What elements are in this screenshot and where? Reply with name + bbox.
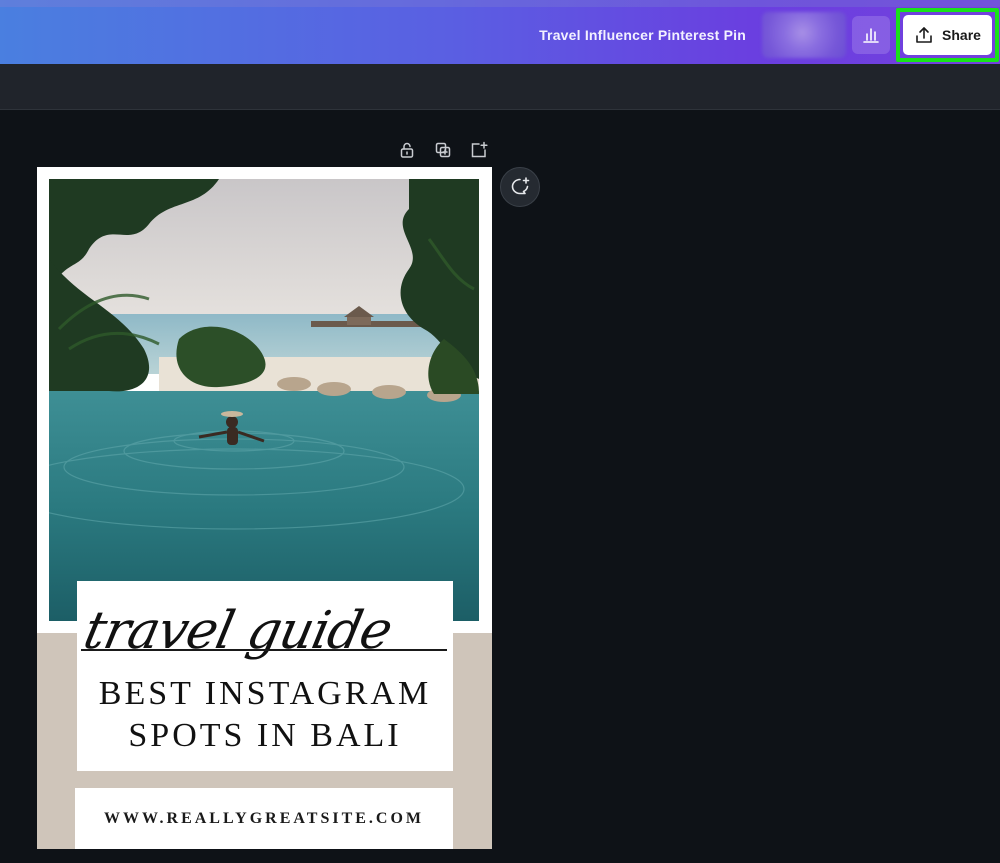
- add-page-button[interactable]: [468, 139, 490, 161]
- headline[interactable]: BEST INSTAGRAM SPOTS IN BALI: [77, 673, 453, 757]
- script-underline: [81, 649, 447, 651]
- page-tools: [396, 139, 490, 161]
- pool-photo-image: [49, 179, 479, 621]
- website-text[interactable]: WWW.REALLYGREATSITE.COM: [75, 788, 453, 849]
- upload-icon: [916, 27, 932, 43]
- add-comment-icon: [511, 177, 530, 195]
- pool-photo[interactable]: [49, 179, 479, 621]
- analytics-button[interactable]: [852, 16, 890, 54]
- lock-icon: [400, 142, 414, 158]
- add-comment-button[interactable]: [500, 167, 540, 207]
- share-button[interactable]: Share: [903, 15, 992, 55]
- headline-line-2: SPOTS IN BALI: [128, 717, 402, 754]
- add-page-icon: [471, 141, 488, 158]
- script-title[interactable]: travel guide: [76, 591, 413, 671]
- collaborator-avatar[interactable]: [762, 12, 846, 58]
- duplicate-page-icon: [435, 142, 451, 158]
- document-title[interactable]: Travel Influencer Pinterest Pin: [539, 27, 746, 43]
- lock-page-button[interactable]: [396, 139, 418, 161]
- top-bar: Travel Influencer Pinterest Pin Share: [0, 0, 1000, 64]
- duplicate-page-button[interactable]: [432, 139, 454, 161]
- share-button-label: Share: [942, 27, 981, 43]
- editor-toolbar: [0, 64, 1000, 110]
- design-canvas[interactable]: travel guide BEST INSTAGRAM SPOTS IN BAL…: [37, 167, 492, 849]
- bar-chart-icon: [863, 28, 879, 43]
- headline-line-1: BEST INSTAGRAM: [98, 675, 432, 712]
